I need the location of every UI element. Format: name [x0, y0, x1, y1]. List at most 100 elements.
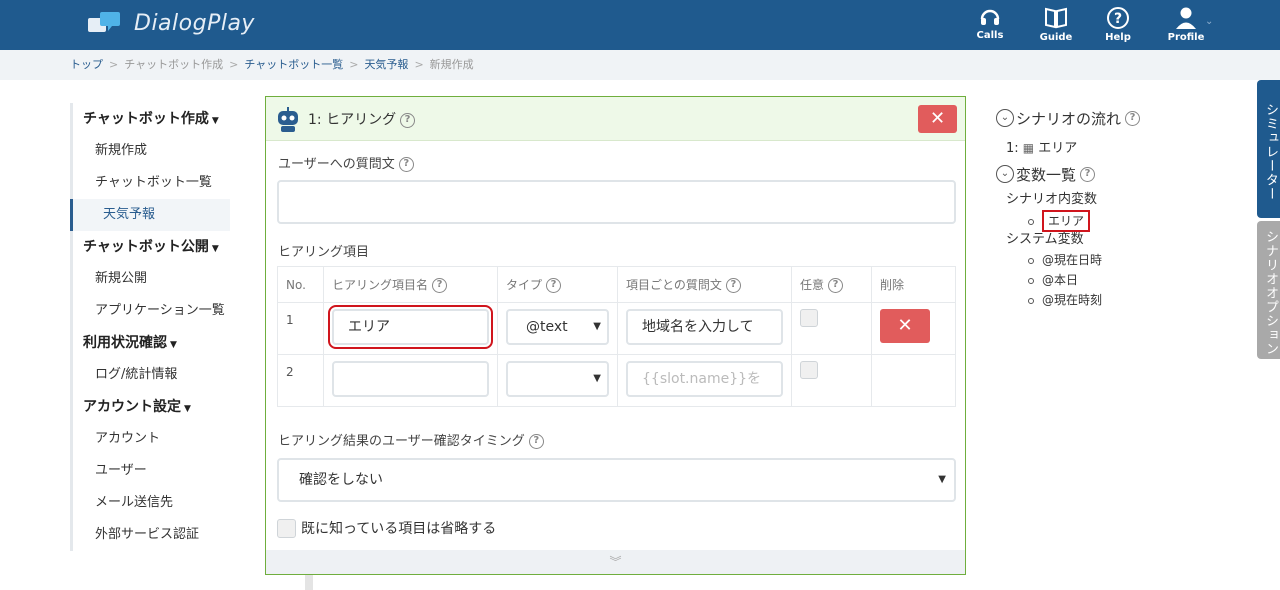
flow-title: シナリオの流れ — [1016, 109, 1122, 128]
sidebar-menu: チャットボット作成 ▼ 新規作成 チャットボット一覧 天気予報 チャットボット公開… — [70, 103, 230, 551]
help-icon: ? — [1107, 7, 1129, 29]
panel-title: 1: ヒアリング — [308, 112, 397, 128]
tab-simulator[interactable]: シミュレーター — [1257, 80, 1280, 218]
help-icon[interactable]: ? — [828, 278, 844, 293]
delete-row-button[interactable]: ✕ — [880, 309, 930, 343]
var-now-time[interactable]: @現在時刻 — [1042, 293, 1102, 307]
nav-guide[interactable]: Guide — [1026, 6, 1086, 43]
help-icon[interactable]: ? — [1080, 166, 1096, 182]
table-row: 2 ▼ {{slot.name}}を — [277, 354, 956, 407]
list-item: エリア — [996, 210, 1236, 232]
scenario-vars-label: シナリオ内変数 — [1006, 192, 1098, 207]
vars-header[interactable]: ⌄ 変数一覧 ? — [996, 162, 1236, 186]
sidebar-item-app-list[interactable]: アプリケーション一覧 — [73, 295, 230, 327]
table-row: 1 エリア @text ▼ 地域名を入力して ✕ — [277, 302, 956, 355]
calendar-icon: ▦ — [1022, 141, 1035, 155]
help-icon[interactable]: ? — [528, 434, 544, 449]
breadcrumb-chatbot-list[interactable]: チャットボット一覧 — [244, 58, 343, 71]
nav-calls-label: Calls — [976, 30, 1004, 41]
sidebar-item-mail[interactable]: メール送信先 — [73, 487, 230, 519]
headset-icon — [980, 9, 1000, 25]
row-no: 1 — [277, 302, 324, 355]
col-item-name: ヒアリング項目名 — [332, 278, 429, 292]
caret-down-icon: ▼ — [170, 340, 177, 350]
caret-down-icon: ▼ — [184, 404, 191, 414]
breadcrumb-weather[interactable]: 天気予報 — [364, 58, 408, 71]
scenario-panel: ⌄ シナリオの流れ ? 1: ▦ エリア ⌄ 変数一覧 ? シナリオ内変数 エリ… — [996, 106, 1236, 310]
sidebar-item-external-auth[interactable]: 外部サービス認証 — [73, 519, 230, 551]
skip-known-label: 既に知っている項目は省略する — [301, 521, 497, 537]
list-item: @現在日時 — [996, 250, 1236, 270]
sidebar-heading-usage[interactable]: 利用状況確認 ▼ — [73, 327, 230, 359]
chat-bubbles-icon — [88, 12, 120, 32]
expand-toggle[interactable]: ︾ — [266, 550, 965, 574]
sidebar-item-account[interactable]: アカウント — [73, 423, 230, 455]
help-icon[interactable]: ? — [546, 278, 562, 293]
flow-item[interactable]: 1: ▦ エリア — [996, 138, 1236, 158]
var-area[interactable]: エリア — [1042, 210, 1091, 232]
breadcrumb: トップ > チャットボット作成 > チャットボット一覧 > 天気予報 > 新規作成 — [0, 50, 1280, 80]
close-panel-button[interactable]: ✕ — [918, 105, 957, 133]
top-navbar: DialogPlay Calls Guide ? Help Profile ⌄ — [0, 0, 1280, 50]
hearing-panel: 1: ヒアリング? ✕ ユーザーへの質問文? ヒアリング項目 No. ヒアリング… — [265, 96, 966, 575]
svg-text:?: ? — [1114, 11, 1122, 27]
sidebar-item-new-publish[interactable]: 新規公開 — [73, 263, 230, 295]
help-icon[interactable]: ? — [398, 157, 414, 172]
row-no: 2 — [277, 354, 324, 407]
var-now-datetime[interactable]: @現在日時 — [1042, 253, 1102, 267]
sidebar-heading-account[interactable]: アカウント設定 ▼ — [73, 391, 230, 423]
caret-down-icon: ▼ — [593, 321, 601, 332]
help-icon[interactable]: ? — [1125, 110, 1141, 126]
sidebar-item-logs[interactable]: ログ/統計情報 — [73, 359, 230, 391]
close-icon: ✕ — [897, 315, 913, 336]
sidebar-item-users[interactable]: ユーザー — [73, 455, 230, 487]
optional-checkbox[interactable] — [800, 309, 818, 327]
caret-down-icon: ▼ — [593, 373, 601, 384]
chevron-down-icon[interactable]: ⌄ — [1205, 16, 1213, 27]
nav-help[interactable]: ? Help — [1088, 6, 1148, 43]
item-name-input[interactable]: エリア — [328, 305, 493, 349]
sidebar-item-chatbot-list[interactable]: チャットボット一覧 — [73, 167, 230, 199]
connector-line — [305, 575, 313, 590]
breadcrumb-top[interactable]: トップ — [70, 58, 103, 71]
type-select[interactable]: @text ▼ — [506, 309, 609, 345]
item-name-input[interactable] — [332, 361, 489, 397]
skip-known-checkbox[interactable] — [277, 518, 296, 538]
question-label: ユーザーへの質問文 — [278, 157, 395, 172]
nav-calls[interactable]: Calls — [960, 6, 1020, 41]
breadcrumb-create[interactable]: チャットボット作成 — [124, 58, 223, 71]
col-delete: 削除 — [871, 266, 956, 303]
chevron-down-icon: ⌄ — [996, 109, 1014, 127]
flow-header[interactable]: ⌄ シナリオの流れ ? — [996, 106, 1236, 130]
chevron-down-icon: ⌄ — [996, 165, 1014, 183]
sidebar-heading-publish[interactable]: チャットボット公開 ▼ — [73, 231, 230, 263]
item-question-input[interactable]: 地域名を入力して — [626, 309, 783, 345]
breadcrumb-new: 新規作成 — [429, 58, 474, 71]
optional-checkbox[interactable] — [800, 361, 818, 379]
caret-down-icon: ▼ — [211, 244, 219, 254]
list-item: @本日 — [996, 270, 1236, 290]
col-type: タイプ — [506, 278, 543, 292]
nav-help-label: Help — [1105, 32, 1131, 43]
robot-icon — [278, 107, 298, 132]
app-logo[interactable]: DialogPlay — [88, 10, 255, 36]
help-icon[interactable]: ? — [725, 278, 741, 293]
sidebar-item-weather[interactable]: 天気予報 — [70, 199, 230, 231]
table-header-row: No. ヒアリング項目名? タイプ? 項目ごとの質問文? 任意? 削除 — [277, 266, 956, 303]
col-optional: 任意 — [800, 278, 825, 292]
sidebar-heading-create[interactable]: チャットボット作成 ▼ — [73, 103, 230, 135]
system-vars-label: システム変数 — [1006, 232, 1084, 247]
help-icon[interactable]: ? — [432, 278, 448, 293]
tab-scenario-options[interactable]: シナリオオプション — [1257, 221, 1280, 359]
col-item-question: 項目ごとの質問文 — [626, 278, 722, 292]
type-select[interactable]: ▼ — [506, 361, 609, 397]
confirm-label: ヒアリング結果のユーザー確認タイミング — [278, 434, 525, 449]
question-input[interactable] — [277, 180, 956, 224]
var-today[interactable]: @本日 — [1042, 273, 1078, 287]
sidebar-item-new[interactable]: 新規作成 — [73, 135, 230, 167]
double-chevron-down-icon: ︾ — [609, 555, 622, 569]
item-question-input[interactable]: {{slot.name}}を — [626, 361, 783, 397]
help-icon[interactable]: ? — [400, 112, 416, 128]
panel-header: 1: ヒアリング? ✕ — [266, 97, 965, 141]
confirm-timing-select[interactable]: 確認をしない ▼ — [277, 458, 956, 502]
